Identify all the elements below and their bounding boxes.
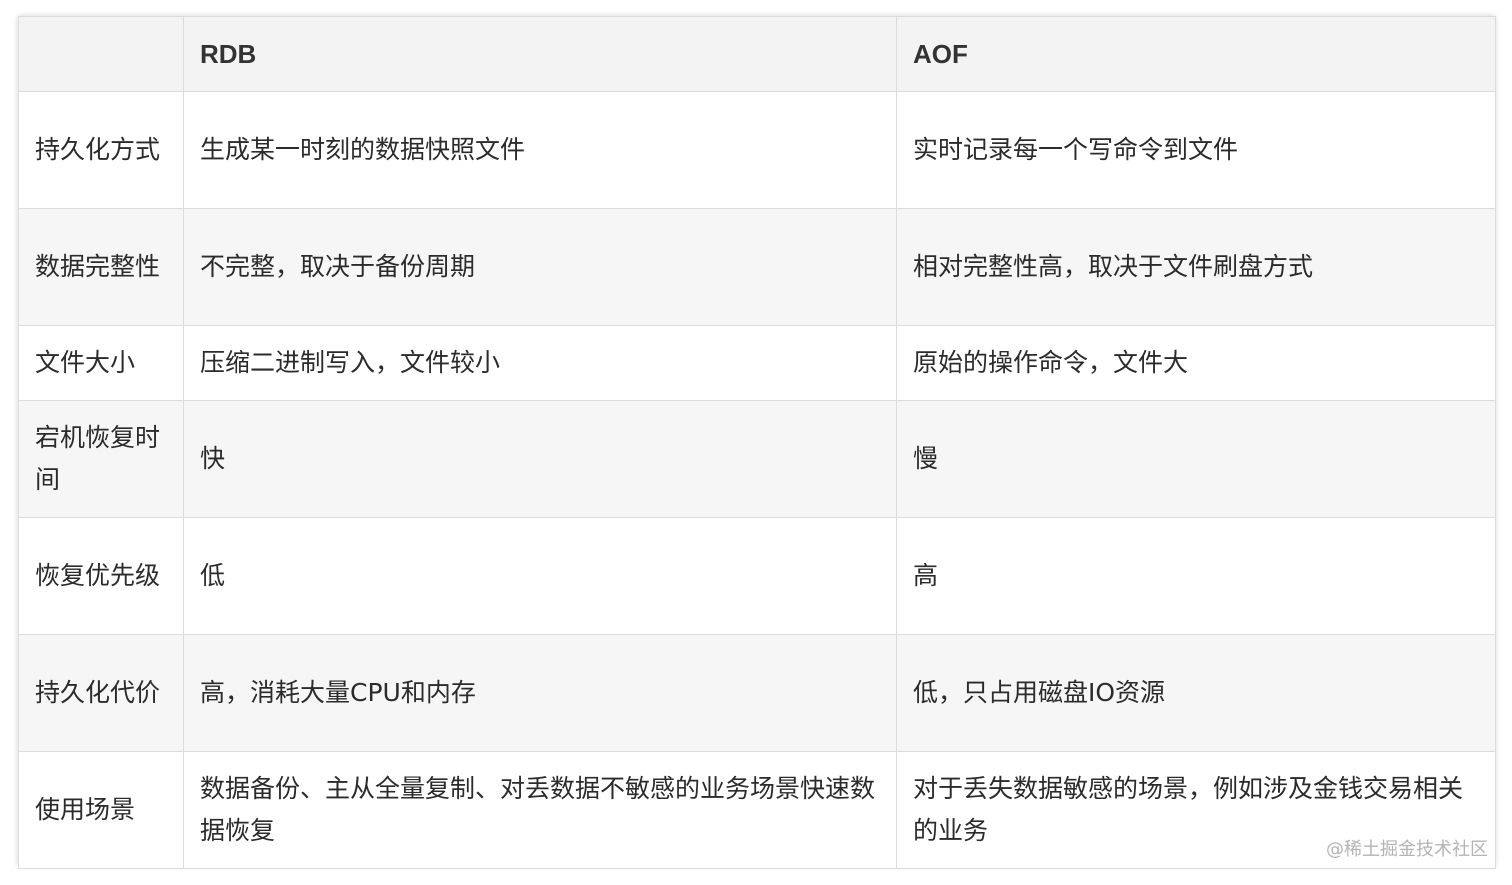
aof-cell: 慢	[896, 400, 1496, 518]
rdb-cell: 数据备份、主从全量复制、对丢数据不敏感的业务场景快速数据恢复	[183, 751, 897, 869]
rdb-cell: 高，消耗大量CPU和内存	[183, 634, 897, 752]
header-aof: AOF	[896, 16, 1496, 92]
row-label: 持久化方式	[18, 91, 184, 209]
table-row: 文件大小 压缩二进制写入，文件较小 原始的操作命令，文件大	[18, 325, 1496, 401]
rdb-cell: 生成某一时刻的数据快照文件	[183, 91, 897, 209]
aof-cell: 高	[896, 517, 1496, 635]
row-label: 恢复优先级	[18, 517, 184, 635]
table-header-row: RDB AOF	[18, 16, 1496, 92]
table-row: 宕机恢复时间 快 慢	[18, 400, 1496, 518]
aof-cell: 原始的操作命令，文件大	[896, 325, 1496, 401]
table-row: 恢复优先级 低 高	[18, 517, 1496, 635]
rdb-cell: 压缩二进制写入，文件较小	[183, 325, 897, 401]
rdb-cell: 低	[183, 517, 897, 635]
aof-cell: 实时记录每一个写命令到文件	[896, 91, 1496, 209]
row-label: 文件大小	[18, 325, 184, 401]
watermark: @稀土掘金技术社区	[1326, 839, 1488, 860]
table-row: 使用场景 数据备份、主从全量复制、对丢数据不敏感的业务场景快速数据恢复 对于丢失…	[18, 751, 1496, 869]
row-label: 持久化代价	[18, 634, 184, 752]
rdb-cell: 不完整，取决于备份周期	[183, 208, 897, 326]
table-row: 数据完整性 不完整，取决于备份周期 相对完整性高，取决于文件刷盘方式	[18, 208, 1496, 326]
row-label: 使用场景	[18, 751, 184, 869]
row-label: 宕机恢复时间	[18, 400, 184, 518]
aof-cell: 低，只占用磁盘IO资源	[896, 634, 1496, 752]
row-label: 数据完整性	[18, 208, 184, 326]
rdb-aof-comparison-table: RDB AOF 持久化方式 生成某一时刻的数据快照文件 实时记录每一个写命令到文…	[18, 16, 1496, 869]
header-rdb: RDB	[183, 16, 897, 92]
rdb-cell: 快	[183, 400, 897, 518]
table-row: 持久化代价 高，消耗大量CPU和内存 低，只占用磁盘IO资源	[18, 634, 1496, 752]
comparison-table-frame: RDB AOF 持久化方式 生成某一时刻的数据快照文件 实时记录每一个写命令到文…	[18, 16, 1496, 869]
table-row: 持久化方式 生成某一时刻的数据快照文件 实时记录每一个写命令到文件	[18, 91, 1496, 209]
header-empty-cell	[18, 16, 184, 92]
aof-cell: 相对完整性高，取决于文件刷盘方式	[896, 208, 1496, 326]
